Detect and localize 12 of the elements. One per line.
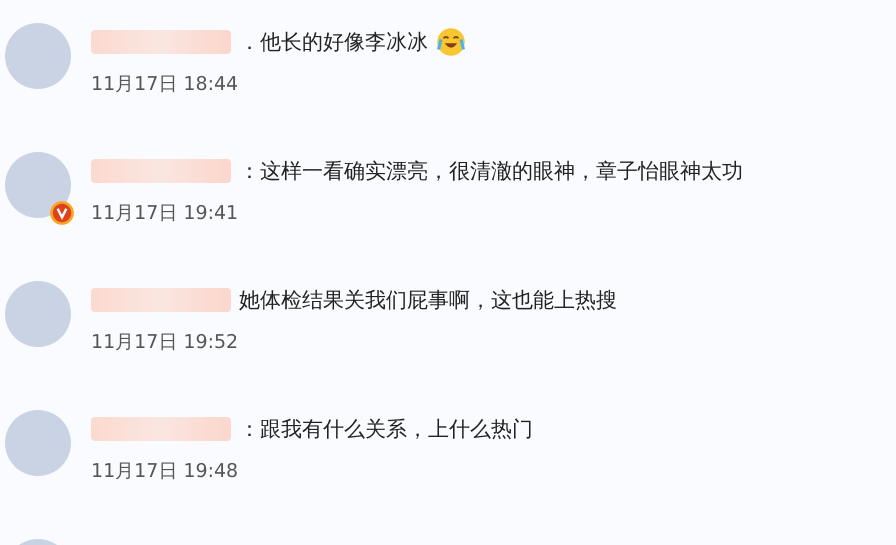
comment-time: 11月17日 18:44 <box>91 72 240 97</box>
comment-text: ：跟我有什么关系，上什么热门 <box>239 416 533 443</box>
comment-text: ．他长的好像李冰冰 <box>239 29 428 56</box>
comment-time: 11月17日 19:48 <box>91 459 240 484</box>
comment-text: ：这样一看确实漂亮，很清澈的眼神，章子怡眼神太功 <box>239 158 743 185</box>
blurred-username[interactable] <box>91 30 231 54</box>
comment-time: 11月17日 19:41 <box>91 201 240 226</box>
blurred-username[interactable] <box>91 288 231 312</box>
comment-text: 她体检结果关我们屁事啊，这也能上热搜 <box>239 287 617 314</box>
comment-time: 11月17日 19:52 <box>91 330 240 355</box>
blurred-username[interactable] <box>91 417 231 441</box>
blurred-username[interactable] <box>91 159 231 183</box>
